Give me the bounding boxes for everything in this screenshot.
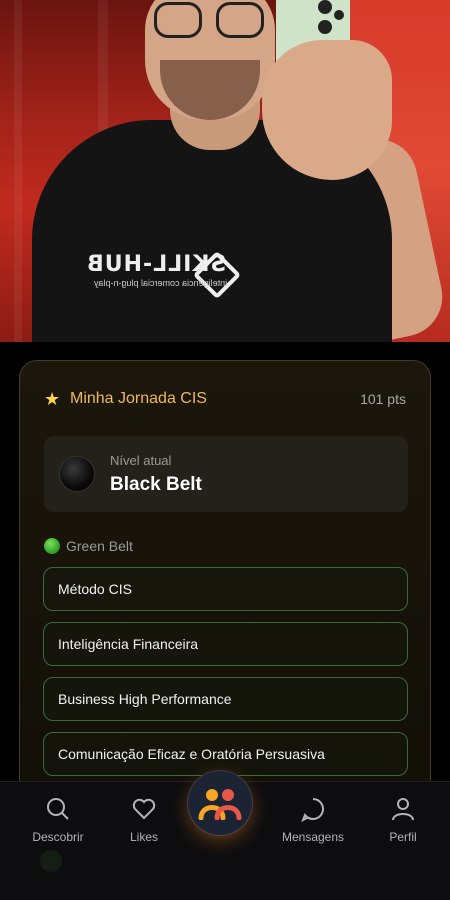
current-level-label: Nível atual: [110, 452, 172, 468]
current-level-name: Black Belt: [110, 473, 202, 495]
community-button[interactable]: [188, 771, 252, 835]
nav-item-descobrir[interactable]: Descobrir: [13, 796, 103, 844]
background-stripe: [14, 0, 22, 342]
nav-item-mensagens[interactable]: Mensagens: [268, 796, 358, 844]
nav-label: Mensagens: [281, 830, 345, 844]
nav-label: Descobrir: [32, 830, 84, 844]
heart-icon: [132, 798, 156, 820]
course-list: Método CIS Inteligência Financeira Busin…: [43, 567, 408, 787]
current-level-panel: Nível atual Black Belt: [44, 436, 408, 512]
journey-title-text: Minha Jornada CIS: [70, 390, 207, 407]
profile-photo[interactable]: SKILL-HUB inteligência comercial plug-n-…: [0, 0, 450, 342]
nav-label: Perfil: [389, 830, 417, 844]
belt-section-label: Green Belt: [44, 538, 133, 554]
journey-title: ★ Minha Jornada CIS: [44, 389, 207, 409]
journey-card: ★ Minha Jornada CIS 101 pts Nível atual …: [19, 360, 431, 820]
star-icon: ★: [44, 389, 61, 409]
community-icon: [198, 789, 242, 820]
user-icon: [392, 798, 414, 821]
shirt-tagline-text: inteligência comercial plug-n-play: [94, 278, 228, 288]
journey-card-header: ★ Minha Jornada CIS 101 pts: [44, 387, 406, 411]
scroll-content-hint: [40, 850, 62, 872]
course-item[interactable]: Inteligência Financeira: [43, 622, 408, 666]
nav-item-likes[interactable]: Likes: [99, 796, 189, 844]
photo-hand: [262, 40, 392, 180]
course-item[interactable]: Comunicação Eficaz e Oratória Persuasiva: [43, 732, 408, 776]
black-belt-icon: [60, 457, 94, 491]
course-item[interactable]: Método CIS: [43, 567, 408, 611]
nav-item-perfil[interactable]: Perfil: [358, 796, 448, 844]
search-icon: [47, 798, 69, 820]
green-circle-icon: [44, 538, 60, 554]
photo-glasses: [150, 0, 270, 40]
belt-section-text: Green Belt: [66, 538, 133, 554]
nav-label: Likes: [129, 830, 158, 844]
course-item[interactable]: Business High Performance: [43, 677, 408, 721]
chat-bubble-icon: [301, 798, 324, 822]
points-badge: 101 pts: [360, 391, 406, 407]
